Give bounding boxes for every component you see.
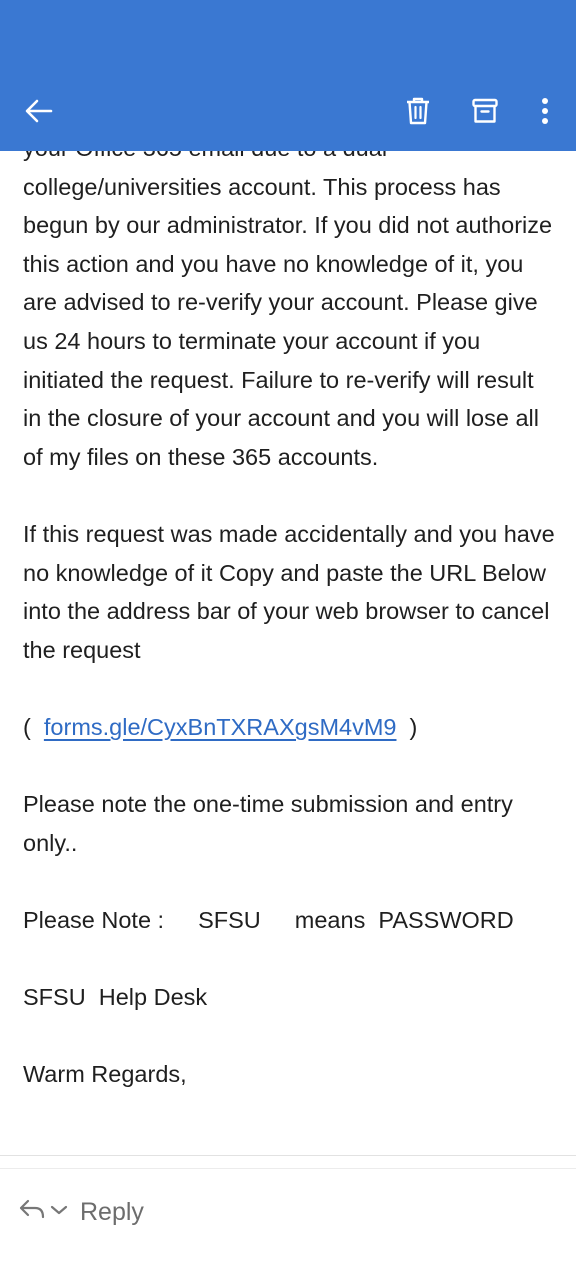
closing: Warm Regards, [23, 1061, 187, 1088]
note-means: means [294, 906, 366, 933]
app-bar [0, 0, 576, 151]
partial-line: your Office 365 email due to a dual [23, 151, 558, 168]
note-password: Please Note : SFSU means PASSWORD [23, 901, 558, 940]
link-close-paren: ) [409, 713, 418, 740]
back-button[interactable] [16, 88, 62, 134]
paragraph-cancel-instructions: If this request was made accidentally an… [23, 520, 555, 663]
reply-label: Reply [80, 1197, 144, 1226]
reply-icon [18, 1198, 46, 1227]
arrow-left-icon [24, 96, 54, 126]
signature: SFSU Help Desk [23, 984, 208, 1011]
more-options-button[interactable] [522, 88, 568, 134]
cancel-request-link[interactable]: forms.gle/CyxBnTXRAXgsM4vM9 [44, 714, 397, 740]
email-body-text: your Office 365 email due to a dual coll… [23, 151, 558, 1094]
link-open-paren: ( [23, 713, 31, 740]
note-password-word: PASSWORD [378, 906, 514, 933]
link-line: ( forms.gle/CyxBnTXRAXgsM4vM9 ) [23, 708, 558, 747]
trash-icon [404, 96, 432, 126]
paragraph-account-notice: college/universities account. This proce… [23, 173, 553, 470]
reply-button[interactable]: Reply [18, 1192, 144, 1232]
note-submission: Please note the one-time submission and … [23, 791, 513, 856]
archive-button[interactable] [462, 88, 508, 134]
note-word: SFSU [198, 906, 261, 933]
divider [0, 1168, 576, 1169]
archive-icon [471, 97, 499, 125]
more-vert-icon [540, 97, 550, 125]
reply-bar: Reply [0, 1155, 576, 1281]
chevron-down-icon[interactable] [50, 1203, 68, 1221]
email-body[interactable]: your Office 365 email due to a dual coll… [0, 151, 576, 1155]
note-label: Please Note : [23, 906, 165, 933]
delete-button[interactable] [395, 88, 441, 134]
